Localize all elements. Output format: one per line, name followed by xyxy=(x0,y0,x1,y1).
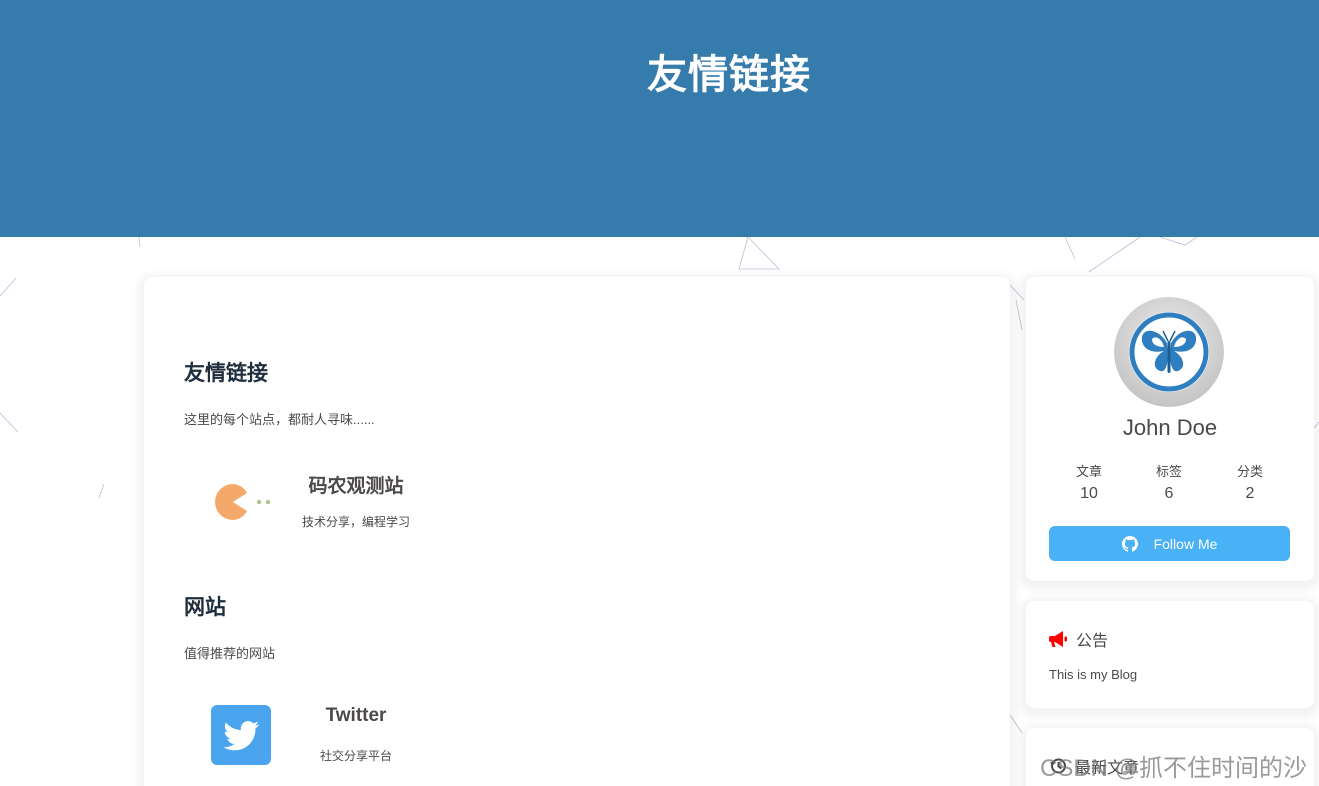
stat-label: 分类 xyxy=(1236,464,1263,479)
section-description-websites: 值得推荐的网站 xyxy=(184,646,276,661)
section-title-friends: 友情链接 xyxy=(184,362,268,385)
stat-articles[interactable]: 文章 10 xyxy=(1049,463,1129,507)
section-title-websites: 网站 xyxy=(184,596,226,619)
website-link-name: Twitter xyxy=(325,705,387,726)
page: 友情链接 友情链接 这里的每个站点，都耐人寻味...... 码农观测站 技术分享… xyxy=(0,0,1319,786)
announcement-text: This is my Blog xyxy=(1049,667,1138,682)
stat-value: 10 xyxy=(1080,485,1098,502)
csdn-watermark: CSDN @抓不住时间的沙 xyxy=(1040,755,1308,782)
butterfly-icon xyxy=(1114,297,1224,407)
stat-label: 标签 xyxy=(1155,464,1182,479)
github-icon xyxy=(1121,535,1138,552)
follow-me-button[interactable]: Follow Me xyxy=(1049,526,1290,561)
friend-link-description: 技术分享，编程学习 xyxy=(301,515,410,529)
follow-me-label: Follow Me xyxy=(1153,535,1218,552)
announcement-heading-label: 公告 xyxy=(1076,633,1109,650)
friend-link-item[interactable]: 码农观测站 技术分享，编程学习 xyxy=(200,461,440,541)
website-link-description: 社交分享平台 xyxy=(319,749,392,763)
friend-link-name: 码农观测站 xyxy=(308,476,404,497)
megaphone-icon xyxy=(1049,631,1067,647)
stat-categories[interactable]: 分类 2 xyxy=(1210,463,1290,507)
stat-value: 6 xyxy=(1164,485,1174,502)
website-link-item[interactable]: Twitter 社交分享平台 xyxy=(200,695,440,775)
author-name: John Doe xyxy=(1122,415,1218,440)
stat-value: 2 xyxy=(1245,485,1255,502)
announcement-heading: 公告 xyxy=(1049,627,1108,651)
pacman-loading-icon xyxy=(210,471,272,533)
main-content-card: 友情链接 这里的每个站点，都耐人寻味...... 码农观测站 技术分享，编程学习… xyxy=(144,277,1010,786)
page-header: 友情链接 xyxy=(0,0,1319,237)
stat-label: 文章 xyxy=(1075,464,1102,479)
page-title: 友情链接 xyxy=(647,53,811,97)
author-card: John Doe 文章 10 标签 6 分类 2 Follow Me xyxy=(1026,277,1314,581)
section-description-friends: 这里的每个站点，都耐人寻味...... xyxy=(184,412,375,427)
twitter-icon xyxy=(211,705,271,765)
stat-tags[interactable]: 标签 6 xyxy=(1129,463,1209,507)
announcement-card: 公告 This is my Blog xyxy=(1026,601,1314,708)
